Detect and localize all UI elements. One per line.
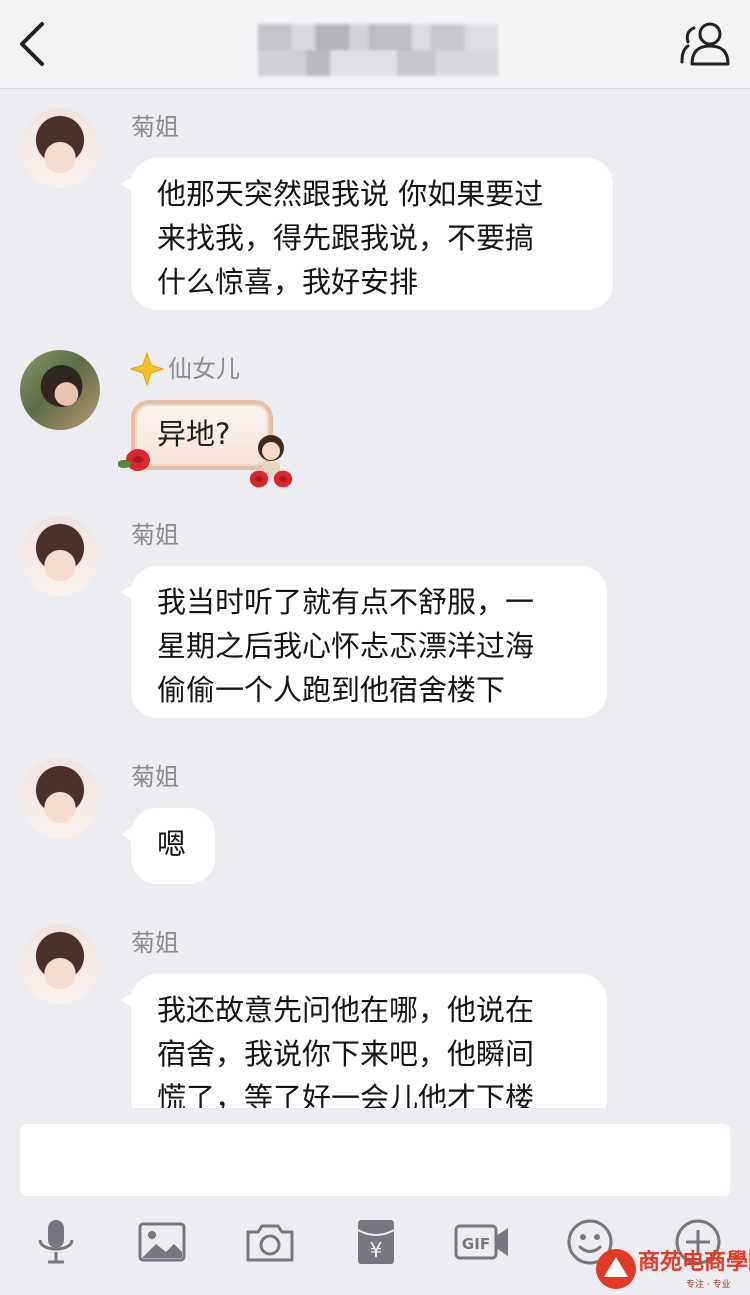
sparkle-icon: [129, 351, 165, 387]
microphone-icon[interactable]: [30, 1216, 82, 1268]
rose-icon: [270, 468, 296, 490]
gif-icon[interactable]: GIF: [454, 1216, 510, 1268]
back-button[interactable]: [14, 18, 54, 70]
message-bubble[interactable]: 我还故意先问他在哪，他说在 宿舍，我说你下来吧，他瞬间 慌了，等了好一会儿他才下…: [121, 974, 607, 1108]
message-input[interactable]: [20, 1124, 730, 1196]
message-text: 异地?: [157, 417, 231, 451]
red-packet-icon[interactable]: ¥: [350, 1216, 402, 1268]
message-bubble[interactable]: 嗯: [121, 808, 215, 884]
chevron-left-icon: [20, 22, 44, 66]
sender-name: 菊姐: [131, 113, 179, 141]
chat-header: [0, 0, 750, 89]
watermark-logo: 商苑电商學院 专注 · 专业: [594, 1247, 750, 1293]
watermark-text: 商苑电商學院: [638, 1249, 750, 1275]
message-item: 菊姐 我还故意先问他在哪，他说在 宿舍，我说你下来吧，他瞬间 慌了，等了好一会儿…: [0, 924, 750, 1108]
message-bubble[interactable]: 他那天突然跟我说 你如果要过 来找我，得先跟我说，不要搞 什么惊喜，我好安排: [121, 158, 613, 310]
message-item: 菊姐 嗯: [0, 758, 750, 888]
people-icon: [680, 22, 730, 66]
group-members-button[interactable]: [680, 18, 732, 70]
chat-title-blurred: [258, 24, 498, 76]
message-item: 仙女儿 异地?: [0, 350, 750, 500]
avatar[interactable]: [20, 924, 100, 1004]
sender-name: 仙女儿: [168, 355, 240, 383]
message-bubble[interactable]: 我当时听了就有点不舒服，一 星期之后我心怀忐忑漂洋过海 偷偷一个人跑到他宿舍楼下: [121, 566, 607, 718]
image-icon[interactable]: [136, 1216, 188, 1268]
logo-icon: [596, 1249, 636, 1289]
sender-name: 菊姐: [131, 929, 179, 957]
avatar[interactable]: [20, 516, 100, 596]
avatar[interactable]: [20, 350, 100, 430]
gif-label: GIF: [462, 1235, 490, 1253]
camera-icon[interactable]: [244, 1216, 296, 1268]
rose-icon: [246, 468, 272, 490]
sender-name: 菊姐: [131, 521, 179, 549]
watermark-subtext: 专注 · 专业: [686, 1280, 731, 1290]
avatar[interactable]: [20, 108, 100, 188]
rose-icon: [117, 446, 152, 474]
message-item: 菊姐 我当时听了就有点不舒服，一 星期之后我心怀忐忑漂洋过海 偷偷一个人跑到他宿…: [0, 516, 750, 726]
sender-name: 菊姐: [131, 763, 179, 791]
avatar[interactable]: [20, 758, 100, 838]
message-item: 菊姐 他那天突然跟我说 你如果要过 来找我，得先跟我说，不要搞 什么惊喜，我好安…: [0, 108, 750, 318]
chat-screen: 菊姐 他那天突然跟我说 你如果要过 来找我，得先跟我说，不要搞 什么惊喜，我好安…: [0, 0, 750, 1295]
yuan-label: ¥: [370, 1238, 383, 1262]
